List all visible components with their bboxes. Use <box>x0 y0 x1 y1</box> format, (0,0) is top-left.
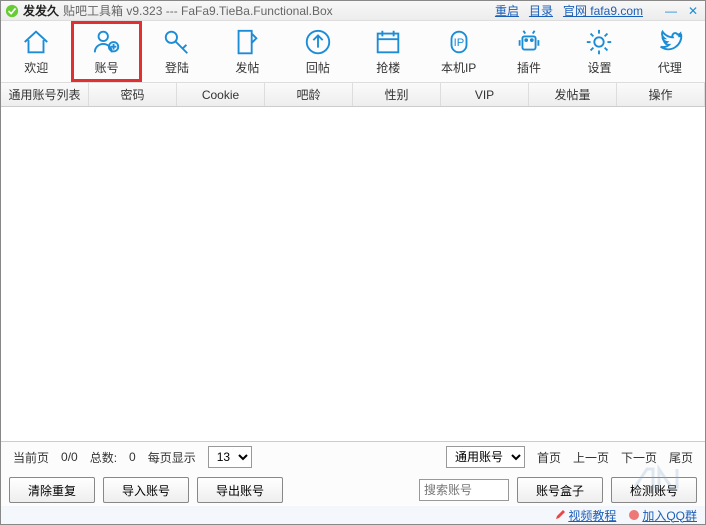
calendar-icon <box>373 27 403 57</box>
tool-settings[interactable]: 设置 <box>564 21 634 82</box>
tool-reply[interactable]: 回帖 <box>283 21 353 82</box>
tool-label: 设置 <box>587 59 611 76</box>
tool-account[interactable]: 账号 <box>71 21 141 82</box>
dedup-button[interactable]: 清除重复 <box>9 477 95 503</box>
catalog-link[interactable]: 目录 <box>529 2 553 19</box>
bird-icon <box>655 27 685 57</box>
col-action[interactable]: 操作 <box>617 83 705 106</box>
upload-icon <box>303 27 333 57</box>
col-gender[interactable]: 性别 <box>353 83 441 106</box>
close-button[interactable]: ✕ <box>685 4 701 18</box>
first-page[interactable]: 首页 <box>537 449 561 466</box>
curpage-value: 0/0 <box>61 450 78 464</box>
edit-icon <box>232 27 262 57</box>
total-value: 0 <box>129 450 136 464</box>
tool-proxy[interactable]: 代理 <box>635 21 705 82</box>
app-subtitle: 贴吧工具箱 v9.323 --- FaFa9.TieBa.Functional.… <box>63 2 333 19</box>
total-label: 总数: <box>90 449 117 466</box>
tool-post[interactable]: 发帖 <box>212 21 282 82</box>
footer-bar: 视频教程 加入QQ群 <box>1 506 705 524</box>
search-input[interactable] <box>419 479 509 501</box>
last-page[interactable]: 尾页 <box>669 449 693 466</box>
app-title: 发发久 <box>23 2 59 19</box>
tool-label: 登陆 <box>165 59 189 76</box>
check-account-button[interactable]: 检测账号 <box>611 477 697 503</box>
prev-page[interactable]: 上一页 <box>573 449 609 466</box>
tool-label: 插件 <box>517 59 541 76</box>
account-box-button[interactable]: 账号盒子 <box>517 477 603 503</box>
col-age[interactable]: 吧龄 <box>265 83 353 106</box>
tool-ip[interactable]: IP 本机IP <box>423 21 493 82</box>
perpage-select[interactable]: 13 <box>208 446 252 468</box>
curpage-label: 当前页 <box>13 449 49 466</box>
account-list <box>1 107 705 442</box>
tool-login[interactable]: 登陆 <box>142 21 212 82</box>
main-toolbar: 欢迎 账号 登陆 发帖 回帖 抢楼 IP 本机IP 插件 设置 代理 <box>1 21 705 83</box>
column-headers: 通用账号列表 密码 Cookie 吧龄 性别 VIP 发帖量 操作 <box>1 83 705 107</box>
tool-label: 账号 <box>95 59 119 76</box>
pencil-icon <box>554 509 566 521</box>
col-posts[interactable]: 发帖量 <box>529 83 617 106</box>
user-plus-icon <box>92 27 122 57</box>
qq-icon <box>628 509 640 521</box>
tool-label: 发帖 <box>235 59 259 76</box>
gear-icon <box>584 27 614 57</box>
minimize-button[interactable]: — <box>663 4 679 18</box>
scope-select[interactable]: 通用账号 <box>446 446 525 468</box>
tool-label: 代理 <box>658 59 682 76</box>
video-tutorial-link[interactable]: 视频教程 <box>554 507 616 524</box>
home-icon <box>21 27 51 57</box>
tool-welcome[interactable]: 欢迎 <box>1 21 71 82</box>
website-link[interactable]: 官网 fafa9.com <box>563 2 643 19</box>
title-bar: 发发久 贴吧工具箱 v9.323 --- FaFa9.TieBa.Functio… <box>1 1 705 21</box>
ip-icon: IP <box>444 27 474 57</box>
tool-label: 抢楼 <box>376 59 400 76</box>
app-logo-icon <box>5 4 19 18</box>
restart-link[interactable]: 重启 <box>495 2 519 19</box>
tool-label: 回帖 <box>306 59 330 76</box>
col-cookie[interactable]: Cookie <box>177 83 265 106</box>
tool-label: 欢迎 <box>24 59 48 76</box>
key-icon <box>162 27 192 57</box>
pager-row: 当前页 0/0 总数: 0 每页显示 13 通用账号 首页 上一页 下一页 尾页 <box>1 442 705 472</box>
qq-group-link[interactable]: 加入QQ群 <box>628 507 697 524</box>
perpage-label: 每页显示 <box>148 449 196 466</box>
tool-grab[interactable]: 抢楼 <box>353 21 423 82</box>
button-row: 清除重复 导入账号 导出账号 账号盒子 检测账号 <box>1 472 705 508</box>
svg-text:IP: IP <box>453 37 464 49</box>
col-account[interactable]: 通用账号列表 <box>1 83 89 106</box>
android-icon <box>514 27 544 57</box>
import-button[interactable]: 导入账号 <box>103 477 189 503</box>
col-vip[interactable]: VIP <box>441 83 529 106</box>
tool-label: 本机IP <box>441 59 476 76</box>
tool-plugin[interactable]: 插件 <box>494 21 564 82</box>
export-button[interactable]: 导出账号 <box>197 477 283 503</box>
col-password[interactable]: 密码 <box>89 83 177 106</box>
next-page[interactable]: 下一页 <box>621 449 657 466</box>
